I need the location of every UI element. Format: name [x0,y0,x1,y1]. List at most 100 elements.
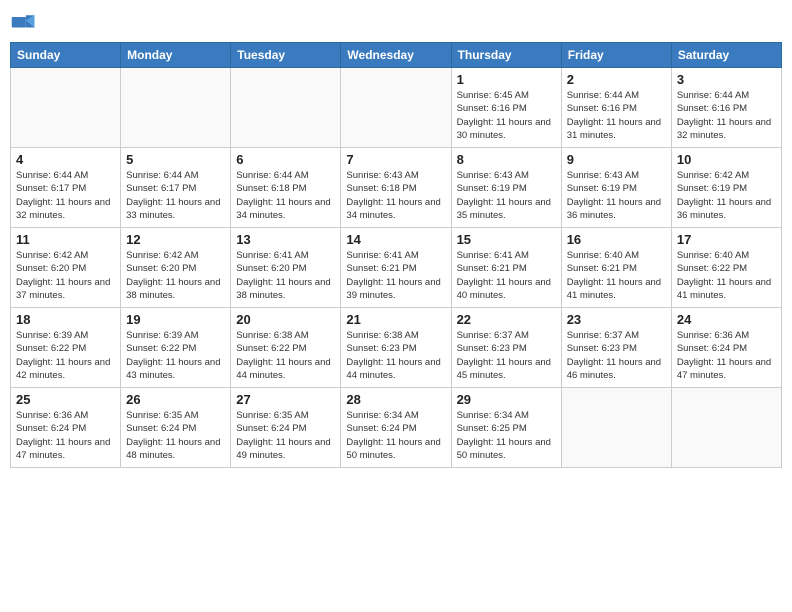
week-row-1: 1 Sunrise: 6:45 AM Sunset: 6:16 PM Daylig… [11,68,782,148]
day-number: 16 [567,232,666,247]
day-number: 7 [346,152,445,167]
calendar-cell: 6 Sunrise: 6:44 AM Sunset: 6:18 PM Daylig… [231,148,341,228]
day-number: 8 [457,152,556,167]
day-number: 11 [16,232,115,247]
column-header-friday: Friday [561,43,671,68]
day-info: Sunrise: 6:38 AM Sunset: 6:22 PM Dayligh… [236,329,335,382]
day-info: Sunrise: 6:37 AM Sunset: 6:23 PM Dayligh… [457,329,556,382]
calendar-cell: 13 Sunrise: 6:41 AM Sunset: 6:20 PM Dayli… [231,228,341,308]
day-info: Sunrise: 6:34 AM Sunset: 6:24 PM Dayligh… [346,409,445,462]
day-info: Sunrise: 6:41 AM Sunset: 6:20 PM Dayligh… [236,249,335,302]
day-number: 20 [236,312,335,327]
week-row-5: 25 Sunrise: 6:36 AM Sunset: 6:24 PM Dayli… [11,388,782,468]
day-number: 14 [346,232,445,247]
day-info: Sunrise: 6:42 AM Sunset: 6:20 PM Dayligh… [16,249,115,302]
day-number: 2 [567,72,666,87]
calendar-cell: 20 Sunrise: 6:38 AM Sunset: 6:22 PM Dayli… [231,308,341,388]
calendar-cell: 28 Sunrise: 6:34 AM Sunset: 6:24 PM Dayli… [341,388,451,468]
day-info: Sunrise: 6:44 AM Sunset: 6:17 PM Dayligh… [16,169,115,222]
calendar-cell: 3 Sunrise: 6:44 AM Sunset: 6:16 PM Daylig… [671,68,781,148]
day-number: 23 [567,312,666,327]
day-info: Sunrise: 6:44 AM Sunset: 6:16 PM Dayligh… [567,89,666,142]
column-header-thursday: Thursday [451,43,561,68]
calendar-cell: 9 Sunrise: 6:43 AM Sunset: 6:19 PM Daylig… [561,148,671,228]
day-info: Sunrise: 6:41 AM Sunset: 6:21 PM Dayligh… [457,249,556,302]
calendar-cell: 12 Sunrise: 6:42 AM Sunset: 6:20 PM Dayli… [121,228,231,308]
calendar-cell: 4 Sunrise: 6:44 AM Sunset: 6:17 PM Daylig… [11,148,121,228]
calendar-cell [121,68,231,148]
day-number: 28 [346,392,445,407]
calendar-cell [231,68,341,148]
week-row-2: 4 Sunrise: 6:44 AM Sunset: 6:17 PM Daylig… [11,148,782,228]
calendar-cell: 23 Sunrise: 6:37 AM Sunset: 6:23 PM Dayli… [561,308,671,388]
calendar-cell: 1 Sunrise: 6:45 AM Sunset: 6:16 PM Daylig… [451,68,561,148]
column-header-monday: Monday [121,43,231,68]
calendar-cell: 18Sunrise: 6:39 AM Sunset: 6:22 PM Dayli… [11,308,121,388]
logo-icon [10,10,38,38]
day-info: Sunrise: 6:42 AM Sunset: 6:20 PM Dayligh… [126,249,225,302]
day-info: Sunrise: 6:43 AM Sunset: 6:19 PM Dayligh… [567,169,666,222]
calendar-cell: 27Sunrise: 6:35 AM Sunset: 6:24 PM Dayli… [231,388,341,468]
column-header-saturday: Saturday [671,43,781,68]
day-number: 13 [236,232,335,247]
day-number: 24 [677,312,776,327]
day-info: Sunrise: 6:41 AM Sunset: 6:21 PM Dayligh… [346,249,445,302]
day-number: 3 [677,72,776,87]
calendar-cell: 7Sunrise: 6:43 AM Sunset: 6:18 PM Daylig… [341,148,451,228]
day-number: 5 [126,152,225,167]
day-info: Sunrise: 6:35 AM Sunset: 6:24 PM Dayligh… [126,409,225,462]
column-header-wednesday: Wednesday [341,43,451,68]
calendar-cell: 26 Sunrise: 6:35 AM Sunset: 6:24 PM Dayli… [121,388,231,468]
day-info: Sunrise: 6:42 AM Sunset: 6:19 PM Dayligh… [677,169,776,222]
day-info: Sunrise: 6:39 AM Sunset: 6:22 PM Dayligh… [126,329,225,382]
calendar-cell: 5Sunrise: 6:44 AM Sunset: 6:17 PM Daylig… [121,148,231,228]
calendar-cell [11,68,121,148]
calendar-cell: 21 Sunrise: 6:38 AM Sunset: 6:23 PM Dayli… [341,308,451,388]
calendar-table: SundayMondayTuesdayWednesdayThursdayFrid… [10,42,782,468]
day-number: 25 [16,392,115,407]
column-header-sunday: Sunday [11,43,121,68]
day-info: Sunrise: 6:38 AM Sunset: 6:23 PM Dayligh… [346,329,445,382]
day-number: 26 [126,392,225,407]
day-info: Sunrise: 6:37 AM Sunset: 6:23 PM Dayligh… [567,329,666,382]
day-info: Sunrise: 6:45 AM Sunset: 6:16 PM Dayligh… [457,89,556,142]
day-number: 15 [457,232,556,247]
calendar-cell [561,388,671,468]
calendar-cell: 19 Sunrise: 6:39 AM Sunset: 6:22 PM Dayli… [121,308,231,388]
day-info: Sunrise: 6:43 AM Sunset: 6:19 PM Dayligh… [457,169,556,222]
day-info: Sunrise: 6:44 AM Sunset: 6:16 PM Dayligh… [677,89,776,142]
calendar-cell: 29 Sunrise: 6:34 AM Sunset: 6:25 PM Dayli… [451,388,561,468]
calendar-cell [671,388,781,468]
calendar-cell: 15 Sunrise: 6:41 AM Sunset: 6:21 PM Dayli… [451,228,561,308]
day-number: 6 [236,152,335,167]
day-number: 1 [457,72,556,87]
day-info: Sunrise: 6:34 AM Sunset: 6:25 PM Dayligh… [457,409,556,462]
calendar-cell: 8 Sunrise: 6:43 AM Sunset: 6:19 PM Daylig… [451,148,561,228]
week-row-4: 18Sunrise: 6:39 AM Sunset: 6:22 PM Dayli… [11,308,782,388]
calendar-cell: 2 Sunrise: 6:44 AM Sunset: 6:16 PM Daylig… [561,68,671,148]
day-number: 22 [457,312,556,327]
day-info: Sunrise: 6:35 AM Sunset: 6:24 PM Dayligh… [236,409,335,462]
day-number: 12 [126,232,225,247]
day-number: 17 [677,232,776,247]
day-info: Sunrise: 6:39 AM Sunset: 6:22 PM Dayligh… [16,329,115,382]
calendar-cell [341,68,451,148]
week-row-3: 11 Sunrise: 6:42 AM Sunset: 6:20 PM Dayli… [11,228,782,308]
calendar-body: 1 Sunrise: 6:45 AM Sunset: 6:16 PM Daylig… [11,68,782,468]
day-number: 21 [346,312,445,327]
day-number: 29 [457,392,556,407]
day-number: 4 [16,152,115,167]
column-header-tuesday: Tuesday [231,43,341,68]
header [10,10,782,38]
day-number: 19 [126,312,225,327]
calendar-cell: 16Sunrise: 6:40 AM Sunset: 6:21 PM Dayli… [561,228,671,308]
calendar-cell: 17Sunrise: 6:40 AM Sunset: 6:22 PM Dayli… [671,228,781,308]
day-number: 9 [567,152,666,167]
day-info: Sunrise: 6:44 AM Sunset: 6:18 PM Dayligh… [236,169,335,222]
calendar-header: SundayMondayTuesdayWednesdayThursdayFrid… [11,43,782,68]
calendar-cell: 10Sunrise: 6:42 AM Sunset: 6:19 PM Dayli… [671,148,781,228]
calendar-cell: 22 Sunrise: 6:37 AM Sunset: 6:23 PM Dayli… [451,308,561,388]
day-info: Sunrise: 6:36 AM Sunset: 6:24 PM Dayligh… [16,409,115,462]
calendar-cell: 24 Sunrise: 6:36 AM Sunset: 6:24 PM Dayli… [671,308,781,388]
day-info: Sunrise: 6:36 AM Sunset: 6:24 PM Dayligh… [677,329,776,382]
